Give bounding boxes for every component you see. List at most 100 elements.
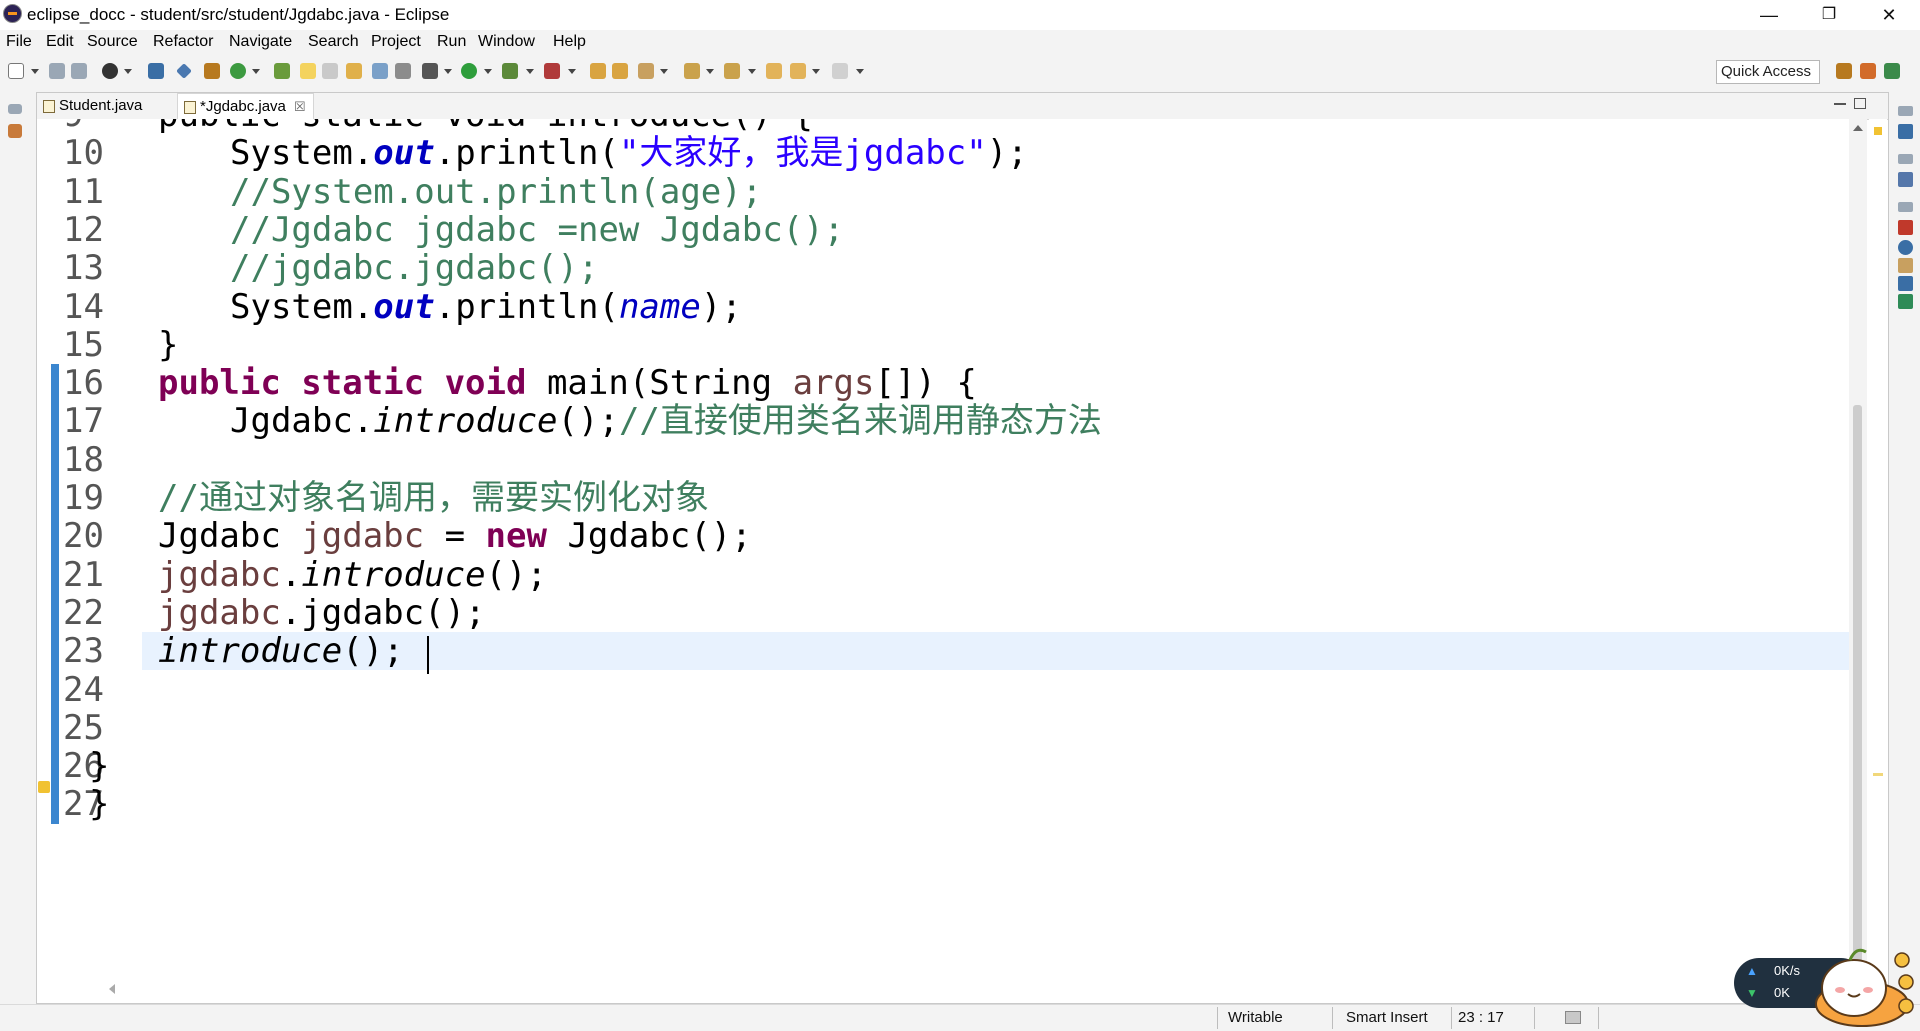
search-icon[interactable] [638,63,654,79]
chevron-down-icon[interactable] [706,69,714,74]
back-icon[interactable] [790,63,806,79]
code-token: //System.out.println(age); [230,171,763,212]
chevron-down-icon[interactable] [526,69,534,74]
whitespace-icon[interactable] [372,63,388,79]
profile-icon[interactable] [102,63,118,79]
code-token: out [373,286,435,327]
tab-student-java[interactable]: Student.java [37,93,177,119]
chevron-down-icon[interactable] [812,69,820,74]
external-tools-icon[interactable] [544,63,560,79]
title-bar: eclipse_docc - student/src/student/Jgdab… [0,0,1920,30]
maximize-editor-icon[interactable] [1854,98,1866,109]
minimize-button[interactable]: — [1746,0,1792,30]
javadoc-icon[interactable] [1898,240,1913,255]
warning-summary-icon[interactable] [1874,127,1882,135]
java-perspective-icon[interactable] [1884,63,1900,79]
chevron-down-icon[interactable] [660,69,668,74]
code-token: new [485,516,547,557]
menu-navigate[interactable]: Navigate [229,33,292,51]
code-line[interactable]: Jgdabc.introduce();//直接使用类名来调用静态方法 [230,398,1102,444]
toggle-mark-occurrences-icon[interactable] [300,63,316,79]
skip-breakpoints-icon[interactable] [176,63,192,79]
chevron-down-icon[interactable] [856,69,864,74]
open-type-icon[interactable] [274,63,290,79]
restore-view-icon[interactable] [1898,202,1913,212]
chevron-down-icon[interactable] [444,69,452,74]
save-icon[interactable] [49,63,65,79]
warning-marker[interactable] [1873,773,1883,776]
restore-view-icon[interactable] [1898,154,1913,164]
chevron-down-icon[interactable] [252,69,260,74]
menu-file[interactable]: File [6,33,32,51]
quick-access-field[interactable]: Quick Access [1716,60,1820,84]
code-token: (); [342,631,404,672]
code-line[interactable]: introduce(); [158,628,404,674]
restore-view-icon[interactable] [1898,106,1913,116]
horizontal-scrollbar[interactable] [37,979,1849,997]
code-line[interactable]: System.out.println(name); [230,284,742,330]
open-perspective-icon[interactable] [1836,63,1852,79]
memory-icon[interactable] [1565,1011,1581,1024]
close-button[interactable]: ✕ [1866,0,1912,30]
new-icon[interactable] [8,63,24,79]
tab-label: *Jgdabc.java [200,98,286,115]
debug-icon[interactable] [422,63,438,79]
menu-edit[interactable]: Edit [46,33,74,51]
scroll-up-icon[interactable] [1853,125,1863,131]
chevron-down-icon[interactable] [31,69,39,74]
package-explorer-icon[interactable] [8,124,22,138]
menu-window[interactable]: Window [478,33,535,51]
insert-mode-status: Smart Insert [1346,1009,1428,1026]
restore-button[interactable]: ❐ [1806,0,1852,30]
code-token: Jgdabc(); [546,516,752,557]
last-edit-location-icon[interactable] [766,63,782,79]
menu-run[interactable]: Run [437,33,466,51]
coverage-icon[interactable] [502,63,518,79]
code-token: ); [700,286,742,327]
main-toolbar [0,56,1920,90]
declaration-icon[interactable] [1898,258,1913,273]
run-icon[interactable] [461,63,477,79]
chevron-down-icon[interactable] [748,69,756,74]
close-tab-icon[interactable]: ☒ [294,94,306,120]
new-java-project-icon[interactable] [204,63,220,79]
open-task-icon[interactable] [612,63,628,79]
show-whitespace-icon[interactable] [395,63,411,79]
menu-refactor[interactable]: Refactor [153,33,213,51]
debug-perspective-icon[interactable] [1860,63,1876,79]
chevron-down-icon[interactable] [568,69,576,74]
code-token: .println( [434,133,619,174]
menu-search[interactable]: Search [308,33,359,51]
code-token: } [89,784,110,825]
code-token: System. [230,286,374,327]
code-editor[interactable]: 9101112131415161718192021222324252627 pu… [37,119,1849,979]
problems-icon[interactable] [1898,220,1913,235]
writable-status: Writable [1228,1009,1283,1026]
outline-icon[interactable] [1898,172,1913,187]
scroll-left-icon[interactable] [109,984,115,994]
terminal-icon[interactable] [148,63,164,79]
block-selection-icon[interactable] [346,63,362,79]
code-line[interactable]: } [89,781,109,827]
open-folder-icon[interactable] [590,63,606,79]
code-token: //直接使用类名来调用静态方法 [618,401,1102,442]
chevron-down-icon[interactable] [484,69,492,74]
code-token: introduce [301,554,486,595]
previous-annotation-icon[interactable] [724,63,740,79]
progress-icon[interactable] [1898,294,1913,309]
toggle-word-wrap-icon[interactable] [322,63,338,79]
minimize-editor-icon[interactable] [1834,103,1846,105]
menu-help[interactable]: Help [553,33,586,51]
tab-jgdabc-java[interactable]: *Jgdabc.java ☒ [177,93,314,119]
task-list-icon[interactable] [1898,124,1913,139]
chevron-down-icon[interactable] [124,69,132,74]
vertical-scroll-thumb[interactable] [1853,405,1862,979]
forward-icon[interactable] [832,63,848,79]
restore-view-icon[interactable] [8,104,22,114]
save-all-icon[interactable] [71,63,87,79]
console-icon[interactable] [1898,276,1913,291]
menu-source[interactable]: Source [87,33,138,51]
menu-project[interactable]: Project [371,33,421,51]
next-annotation-icon[interactable] [684,63,700,79]
new-package-icon[interactable] [230,63,246,79]
